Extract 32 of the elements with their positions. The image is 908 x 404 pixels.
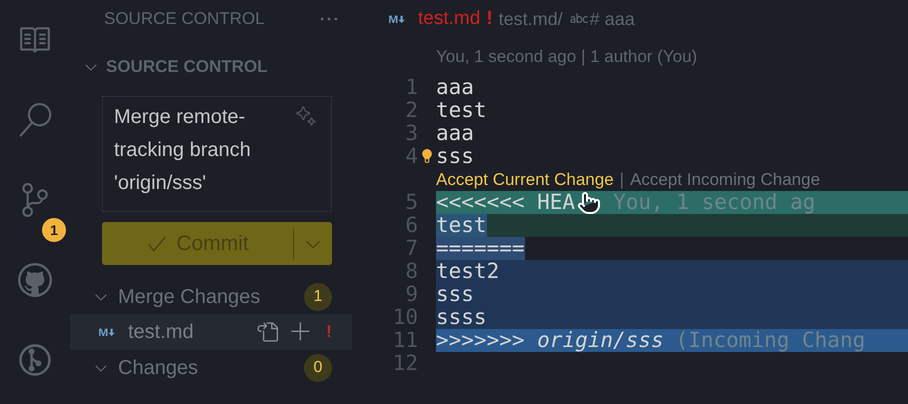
open-file-icon[interactable] xyxy=(256,321,278,343)
panel-title: SOURCE CONTROL xyxy=(104,8,265,30)
commit-message-text: Merge remote-tracking branch 'origin/sss' xyxy=(114,105,252,196)
count-badge: 0 xyxy=(304,354,332,382)
conflict-status: ! xyxy=(325,321,333,344)
file-row[interactable]: test.md ! xyxy=(70,314,352,350)
branch-circle-icon[interactable] xyxy=(18,343,52,377)
search-icon[interactable] xyxy=(18,103,52,137)
inline-annotation: (Incoming Chang xyxy=(676,329,866,352)
github-icon[interactable] xyxy=(18,263,52,297)
group-title[interactable]: Changes xyxy=(118,352,296,382)
breadcrumb-item[interactable]: # aaa xyxy=(590,6,635,32)
group-title[interactable]: Merge Changes xyxy=(118,282,296,312)
code-line: aaa xyxy=(436,76,474,99)
code-line: test xyxy=(436,99,487,122)
notification-badge: 1 xyxy=(42,218,66,242)
inline-annotation: You, 1 second ag xyxy=(613,191,816,214)
breadcrumb-item[interactable]: test.md/ xyxy=(498,6,563,32)
file-name: test.md xyxy=(128,320,195,345)
commit-message-field[interactable]: Merge remote-tracking branch 'origin/sss' xyxy=(102,96,332,212)
codelens-link[interactable]: Accept Incoming Change xyxy=(630,166,820,192)
section-header[interactable]: SOURCE CONTROL xyxy=(106,54,268,80)
count-badge: 1 xyxy=(304,282,332,310)
blame-header[interactable]: You, 1 second ago | 1 author (You) xyxy=(436,44,698,70)
codelens-link[interactable]: Accept Current Change xyxy=(436,166,614,192)
sparkle-icon[interactable] xyxy=(295,105,317,127)
codelens-separator: | xyxy=(620,168,624,191)
code-line: sss xyxy=(436,145,474,168)
add-icon[interactable] xyxy=(290,321,312,343)
code-line: aaa xyxy=(436,122,474,145)
editor-tab[interactable]: test.md xyxy=(418,4,480,34)
conflict-status: ! xyxy=(486,6,493,31)
